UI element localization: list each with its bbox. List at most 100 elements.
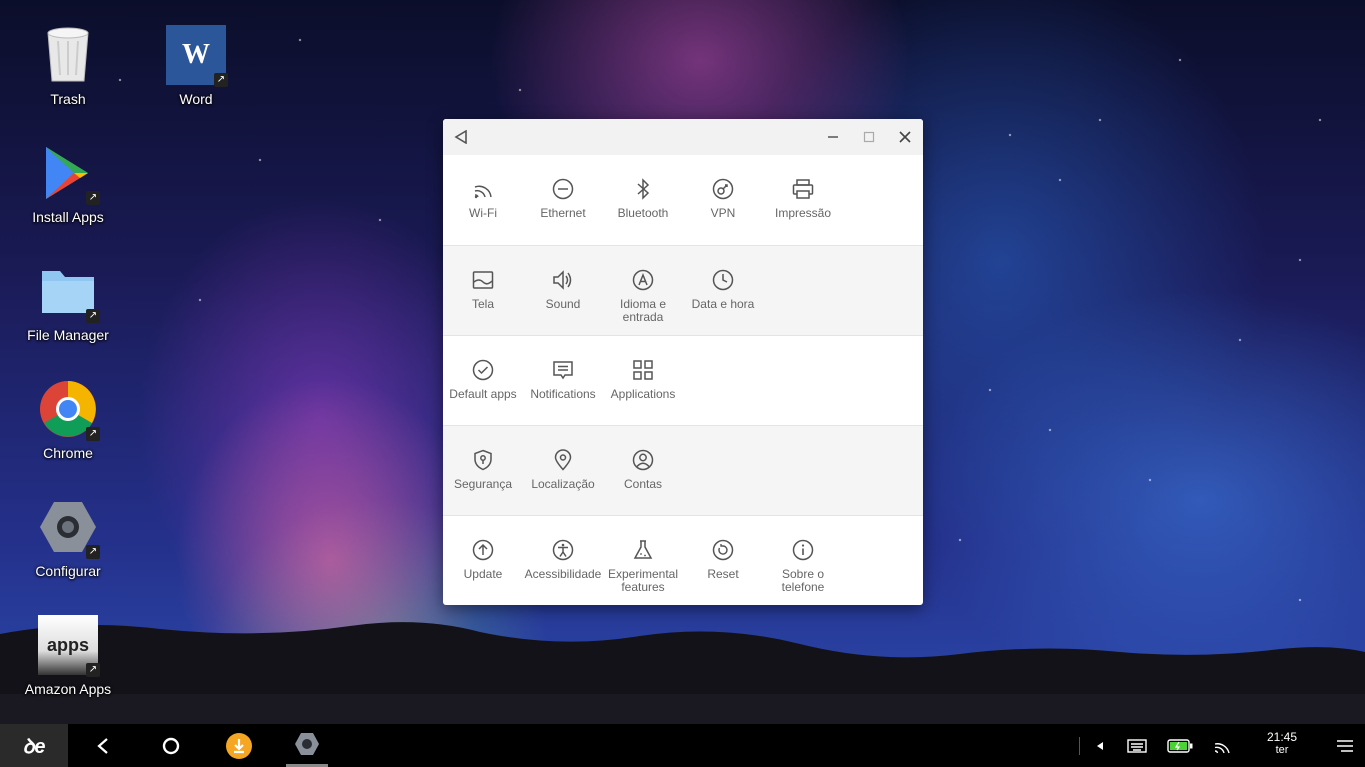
ethernet-icon bbox=[552, 178, 574, 200]
settings-item-update[interactable]: Update bbox=[443, 538, 523, 581]
settings-item-applications[interactable]: Applications bbox=[603, 358, 683, 401]
shortcut-arrow-icon: ↗ bbox=[86, 545, 100, 559]
taskbar-app-downloader[interactable] bbox=[218, 724, 260, 767]
settings-item-label: Tela bbox=[471, 297, 494, 311]
desktop-icon-trash[interactable]: Trash bbox=[18, 25, 118, 107]
settings-window: Wi-Fi Ethernet Bluetooth VPN Impressão T… bbox=[443, 119, 923, 605]
settings-hex-icon: ↗ bbox=[38, 497, 100, 559]
settings-section-network: Wi-Fi Ethernet Bluetooth VPN Impressão bbox=[443, 155, 923, 245]
settings-item-label: Applications bbox=[610, 387, 676, 401]
home-circle-icon bbox=[162, 737, 180, 754]
back-arrow-icon[interactable] bbox=[443, 119, 479, 155]
home-button[interactable] bbox=[150, 724, 192, 767]
clock-day: ter bbox=[1275, 744, 1289, 756]
settings-item-datetime[interactable]: Data e hora bbox=[683, 268, 763, 311]
settings-item-label: Experimental features bbox=[607, 567, 679, 594]
back-chevron-icon bbox=[97, 737, 108, 754]
amazon-apps-icon: apps ↗ bbox=[38, 615, 100, 677]
settings-item-label: Update bbox=[463, 567, 503, 581]
settings-item-label: Reset bbox=[707, 567, 739, 581]
maximize-icon[interactable] bbox=[851, 119, 887, 155]
desktop-icon-amazon-apps[interactable]: apps ↗ Amazon Apps bbox=[18, 615, 118, 697]
taskbar: ꝺe 21:45 ter bbox=[0, 724, 1365, 767]
settings-item-notifications[interactable]: Notifications bbox=[523, 358, 603, 401]
settings-item-label: Bluetooth bbox=[617, 206, 669, 220]
settings-item-label: Segurança bbox=[453, 477, 513, 491]
battery-icon[interactable] bbox=[1164, 724, 1196, 767]
shortcut-arrow-icon: ↗ bbox=[86, 663, 100, 677]
settings-item-ethernet[interactable]: Ethernet bbox=[523, 177, 603, 220]
close-icon[interactable] bbox=[887, 119, 923, 155]
tray-divider bbox=[1078, 724, 1080, 767]
settings-item-vpn[interactable]: VPN bbox=[683, 177, 763, 220]
vpn-key-icon bbox=[712, 178, 734, 200]
settings-item-label: Sound bbox=[545, 297, 581, 311]
settings-item-experimental[interactable]: Experimental features bbox=[603, 538, 683, 594]
update-arrow-icon bbox=[472, 539, 494, 561]
settings-item-bluetooth[interactable]: Bluetooth bbox=[603, 177, 683, 220]
back-button[interactable] bbox=[82, 724, 124, 767]
check-circle-icon bbox=[472, 359, 494, 381]
settings-hex-icon bbox=[295, 733, 319, 755]
taskbar-clock[interactable]: 21:45 ter bbox=[1267, 730, 1297, 756]
desktop-icon-file-manager[interactable]: ↗ File Manager bbox=[18, 261, 118, 343]
location-pin-icon bbox=[554, 449, 572, 471]
window-titlebar[interactable] bbox=[443, 119, 923, 155]
desktop-icon-word[interactable]: W ↗ Word bbox=[146, 25, 246, 107]
start-menu-button[interactable]: ꝺe bbox=[0, 724, 68, 767]
account-icon bbox=[632, 449, 654, 471]
desktop-icon-install-apps[interactable]: ↗ Install Apps bbox=[18, 143, 118, 225]
settings-item-label: Data e hora bbox=[691, 297, 755, 311]
settings-item-printing[interactable]: Impressão bbox=[763, 177, 843, 220]
settings-item-location[interactable]: Localização bbox=[523, 448, 603, 491]
settings-item-label: VPN bbox=[710, 206, 736, 220]
word-icon: W ↗ bbox=[166, 25, 228, 87]
info-icon bbox=[792, 539, 814, 561]
word-glyph: W bbox=[182, 39, 210, 70]
settings-item-accounts[interactable]: Contas bbox=[603, 448, 683, 491]
amazon-apps-badge: apps bbox=[46, 634, 89, 655]
settings-item-display[interactable]: Tela bbox=[443, 268, 523, 311]
wallpaper-hills bbox=[0, 622, 1365, 724]
settings-item-about-phone[interactable]: Sobre o telefone bbox=[763, 538, 843, 594]
desktop-icon-label: Word bbox=[179, 91, 213, 107]
start-menu-icon: ꝺe bbox=[22, 736, 46, 758]
flask-icon bbox=[633, 540, 653, 559]
wifi-status-icon[interactable] bbox=[1208, 724, 1236, 767]
desktop-icon-configurar[interactable]: ↗ Configurar bbox=[18, 497, 118, 579]
settings-section-device: Tela Sound Idioma e entrada Data e hora bbox=[443, 245, 923, 335]
tray-expand-icon[interactable] bbox=[1090, 724, 1110, 767]
settings-item-language[interactable]: Idioma e entrada bbox=[603, 268, 683, 324]
minimize-icon[interactable] bbox=[815, 119, 851, 155]
settings-item-default-apps[interactable]: Default apps bbox=[443, 358, 523, 401]
language-icon bbox=[632, 269, 654, 291]
shortcut-arrow-icon: ↗ bbox=[86, 427, 100, 441]
desktop-icon-label: Configurar bbox=[35, 563, 101, 579]
settings-item-label: Notifications bbox=[530, 387, 596, 401]
settings-section-apps: Default apps Notifications Applications bbox=[443, 335, 923, 425]
shortcut-arrow-icon: ↗ bbox=[86, 191, 100, 205]
clock-time: 21:45 bbox=[1266, 730, 1297, 744]
settings-item-security[interactable]: Segurança bbox=[443, 448, 523, 491]
taskbar-app-settings[interactable] bbox=[286, 724, 328, 767]
settings-section-system: Update Acessibilidade Experimental featu… bbox=[443, 515, 923, 605]
notification-menu-icon[interactable] bbox=[1330, 724, 1360, 767]
desktop-icon-label: Trash bbox=[50, 91, 86, 107]
display-icon bbox=[472, 271, 494, 289]
settings-item-wifi[interactable]: Wi-Fi bbox=[443, 177, 523, 220]
desktop-icon-label: Install Apps bbox=[32, 209, 104, 225]
shortcut-arrow-icon: ↗ bbox=[86, 309, 100, 323]
keyboard-icon[interactable] bbox=[1122, 724, 1152, 767]
settings-item-accessibility[interactable]: Acessibilidade bbox=[523, 538, 603, 581]
clock-icon bbox=[712, 269, 734, 291]
desktop-icon-label: Chrome bbox=[43, 445, 93, 461]
chrome-icon: ↗ bbox=[38, 379, 100, 441]
settings-item-reset[interactable]: Reset bbox=[683, 538, 763, 581]
settings-item-label: Default apps bbox=[449, 387, 517, 401]
desktop-icon-chrome[interactable]: ↗ Chrome bbox=[18, 379, 118, 461]
printer-icon bbox=[792, 179, 814, 199]
settings-item-sound[interactable]: Sound bbox=[523, 268, 603, 311]
reset-icon bbox=[712, 539, 734, 561]
settings-item-label: Impressão bbox=[774, 206, 832, 220]
speaker-icon bbox=[553, 270, 572, 290]
